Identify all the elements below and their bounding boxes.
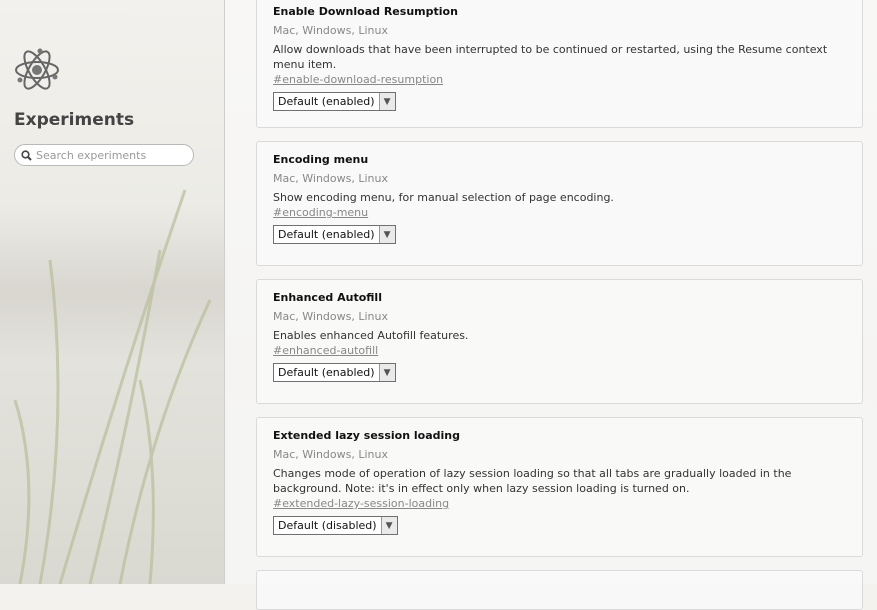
experiment-platforms: Mac, Windows, Linux (273, 24, 389, 37)
experiment-card: Enhanced Autofill Mac, Windows, Linux En… (256, 279, 863, 404)
experiments-list: Enable Download Resumption Mac, Windows,… (225, 0, 877, 610)
chevron-down-icon: ▼ (378, 93, 395, 110)
experiment-select[interactable]: Default (enabled) ▼ (273, 225, 396, 244)
experiment-link[interactable]: #extended-lazy-session-loading (273, 497, 449, 510)
page-title: Experiments (14, 110, 135, 130)
experiment-link[interactable]: #enhanced-autofill (273, 344, 378, 357)
experiment-name: Extended lazy session loading (273, 429, 460, 442)
select-value: Default (enabled) (278, 366, 375, 379)
experiment-description: Allow downloads that have been interrupt… (273, 43, 828, 71)
search-input[interactable] (36, 148, 186, 162)
experiment-card (256, 570, 863, 610)
experiment-select[interactable]: Default (enabled) ▼ (273, 363, 396, 382)
experiment-name: Enable Download Resumption (273, 5, 458, 18)
experiment-card: Encoding menu Mac, Windows, Linux Show e… (256, 141, 863, 266)
experiment-select[interactable]: Default (enabled) ▼ (273, 92, 396, 111)
experiment-link[interactable]: #enable-download-resumption (273, 73, 443, 86)
search-icon (21, 149, 32, 161)
experiment-name: Encoding menu (273, 153, 369, 166)
experiment-select[interactable]: Default (disabled) ▼ (273, 516, 398, 535)
chevron-down-icon: ▼ (378, 364, 395, 381)
select-value: Default (enabled) (278, 228, 375, 241)
experiment-link[interactable]: #encoding-menu (273, 206, 368, 219)
experiment-platforms: Mac, Windows, Linux (273, 448, 389, 461)
experiment-description: Changes mode of operation of lazy sessio… (273, 467, 792, 495)
select-value: Default (disabled) (278, 519, 377, 532)
experiment-name: Enhanced Autofill (273, 291, 382, 304)
experiment-card: Enable Download Resumption Mac, Windows,… (256, 0, 863, 128)
experiment-description: Enables enhanced Autofill features. (273, 329, 469, 342)
atom-logo-icon (15, 48, 59, 90)
chevron-down-icon: ▼ (378, 226, 395, 243)
search-box[interactable] (14, 144, 194, 166)
experiment-description: Show encoding menu, for manual selection… (273, 191, 614, 204)
sidebar: Experiments (0, 0, 225, 584)
experiment-platforms: Mac, Windows, Linux (273, 310, 389, 323)
chevron-down-icon: ▼ (380, 517, 397, 534)
experiment-card: Extended lazy session loading Mac, Windo… (256, 417, 863, 557)
select-value: Default (enabled) (278, 95, 375, 108)
experiment-platforms: Mac, Windows, Linux (273, 172, 389, 185)
